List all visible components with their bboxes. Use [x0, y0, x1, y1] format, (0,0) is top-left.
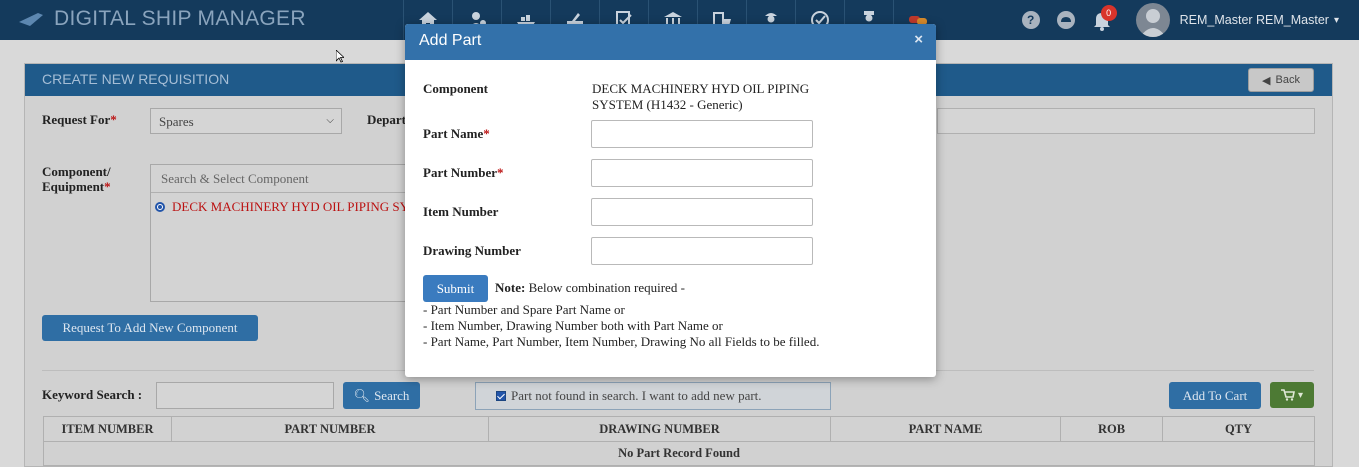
- page-title: CREATE NEW REQUISITION: [42, 71, 230, 87]
- request-new-component-button[interactable]: Request To Add New Component: [42, 315, 258, 341]
- col-drawing-number[interactable]: DRAWING NUMBER: [488, 416, 831, 442]
- table-row: No Part Record Found: [43, 441, 1315, 466]
- part-name-input[interactable]: [591, 120, 813, 148]
- avatar[interactable]: [1135, 3, 1170, 37]
- request-for-label: Request For*: [42, 112, 117, 127]
- col-part-number[interactable]: PART NUMBER: [171, 416, 489, 442]
- item-number-input[interactable]: [591, 198, 813, 226]
- part-name-label: Part Name*: [423, 126, 490, 141]
- user-avatar-icon: [1139, 9, 1166, 37]
- part-number-label: Part Number*: [423, 165, 504, 180]
- modal-title: Add Part: [419, 32, 482, 49]
- help-icon[interactable]: ?: [1021, 11, 1040, 29]
- department-label: Depart: [367, 112, 406, 127]
- modal-component-label: Component: [423, 81, 489, 96]
- cloud-download-icon[interactable]: [1056, 10, 1076, 30]
- drawing-number-label: Drawing Number: [423, 243, 521, 258]
- back-button[interactable]: ◀ Back: [1248, 68, 1314, 92]
- add-to-cart-button[interactable]: Add To Cart: [1169, 382, 1261, 409]
- component-search-input[interactable]: Search & Select Component: [151, 165, 409, 193]
- app-title: DIGITAL SHIP MANAGER: [54, 7, 306, 30]
- radio-selected-icon[interactable]: [155, 202, 165, 212]
- modal-header: Add Part ×: [405, 24, 936, 60]
- note-rule: - Item Number, Drawing Number both with …: [423, 318, 723, 333]
- caret-down-icon: ▾: [1297, 389, 1304, 401]
- part-not-found-option[interactable]: Part not found in search. I want to add …: [475, 382, 831, 410]
- arrow-left-icon: ◀: [1262, 74, 1271, 87]
- cart-menu-button[interactable]: ▾: [1270, 382, 1314, 408]
- checkbox-checked-icon[interactable]: [496, 391, 506, 401]
- notifications[interactable]: 0: [1092, 5, 1117, 31]
- note-rule: - Part Name, Part Number, Item Number, D…: [423, 334, 820, 349]
- note: Note: Below combination required -: [495, 280, 685, 295]
- add-part-modal: Add Part × Component DECK MACHINERY HYD …: [405, 24, 936, 377]
- parts-table: ITEM NUMBER PART NUMBER DRAWING NUMBER P…: [43, 416, 1315, 466]
- user-name[interactable]: REM_Master REM_Master: [1180, 13, 1329, 27]
- header-tools: ? 0 REM_Master REM_Master ▾: [1006, 0, 1339, 40]
- chevron-down-icon: ⌵: [326, 115, 334, 126]
- col-rob[interactable]: ROB: [1060, 416, 1163, 442]
- close-icon[interactable]: ×: [914, 31, 923, 48]
- keyword-search-label: Keyword Search :: [42, 387, 143, 402]
- drawing-number-input[interactable]: [591, 237, 813, 265]
- col-qty[interactable]: QTY: [1162, 416, 1315, 442]
- mouse-cursor-icon: [336, 50, 344, 63]
- component-selector: Search & Select Component DECK MACHINERY…: [150, 164, 416, 302]
- note-rule: - Part Number and Spare Part Name or: [423, 302, 625, 317]
- item-number-label: Item Number: [423, 204, 499, 219]
- brand[interactable]: DIGITAL SHIP MANAGER: [18, 4, 306, 34]
- search-icon: 🔍︎: [353, 387, 371, 403]
- part-number-input[interactable]: [591, 159, 813, 187]
- ship-logo-icon: [19, 13, 43, 26]
- submit-button[interactable]: Submit: [423, 275, 488, 302]
- empty-message: No Part Record Found: [43, 441, 1315, 466]
- component-label: Component/ Equipment*: [42, 164, 111, 194]
- notification-count-badge: 0: [1100, 5, 1117, 21]
- component-option[interactable]: DECK MACHINERY HYD OIL PIPING SYS: [155, 199, 416, 215]
- request-for-select[interactable]: Spares ⌵: [150, 108, 342, 134]
- user-menu-caret-icon[interactable]: ▾: [1334, 15, 1339, 26]
- cart-icon: [1280, 389, 1295, 401]
- search-button[interactable]: 🔍︎ Search: [343, 382, 420, 409]
- modal-component-value: DECK MACHINERY HYD OIL PIPING SYSTEM (H1…: [592, 81, 810, 112]
- department-field[interactable]: [937, 108, 1315, 134]
- table-header-row: ITEM NUMBER PART NUMBER DRAWING NUMBER P…: [43, 416, 1315, 442]
- col-item-number[interactable]: ITEM NUMBER: [43, 416, 172, 442]
- keyword-search-input[interactable]: [156, 382, 334, 409]
- col-part-name[interactable]: PART NAME: [830, 416, 1061, 442]
